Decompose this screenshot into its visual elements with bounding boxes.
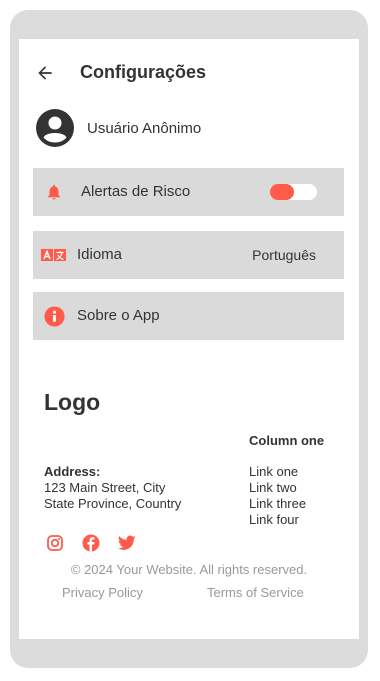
setting-label-risk-alerts: Alertas de Risco [81,183,191,200]
footer-link[interactable]: Link three [249,496,306,512]
privacy-policy-link[interactable]: Privacy Policy [62,585,143,600]
translate-icon [41,244,67,266]
setting-label-about: Sobre o App [77,307,160,324]
back-button[interactable] [33,61,57,85]
page-title: Configurações [80,62,207,82]
setting-row-about[interactable]: Sobre o App [33,292,344,340]
toggle-knob [270,184,294,200]
footer-address: Address: 123 Main Street, City State Pro… [44,464,181,512]
info-icon [43,305,65,327]
bell-icon [43,181,65,203]
header: Configurações [19,57,359,91]
facebook-icon[interactable] [82,534,100,552]
setting-row-risk-alerts[interactable]: Alertas de Risco [33,168,344,216]
setting-row-language[interactable]: Idioma Português [33,231,344,279]
risk-alerts-toggle[interactable] [270,184,317,200]
user-name: Usuário Anônimo [87,120,202,137]
arrow-left-icon [38,66,52,80]
footer-links: Link one Link two Link three Link four [249,464,306,528]
language-value: Português [252,247,316,263]
footer-column-title: Column one [249,433,325,448]
address-line-2: State Province, Country [44,496,182,511]
settings-screen: Configurações Usuário Anônimo Alertas de… [19,39,359,639]
footer-link[interactable]: Link four [249,512,306,528]
terms-of-service-link[interactable]: Terms of Service [207,585,304,600]
twitter-icon[interactable] [118,534,136,552]
social-links [46,534,136,552]
footer-link[interactable]: Link two [249,480,306,496]
address-line-1: 123 Main Street, City [44,480,166,495]
footer-logo: Logo [44,389,101,415]
setting-label-language: Idioma [77,246,123,263]
footer-link[interactable]: Link one [249,464,306,480]
user-profile: Usuário Anônimo [19,109,359,149]
user-circle-icon [36,109,74,147]
copyright-text: © 2024 Your Website. All rights reserved… [70,562,308,577]
address-label: Address: [44,464,101,479]
instagram-icon[interactable] [46,534,64,552]
